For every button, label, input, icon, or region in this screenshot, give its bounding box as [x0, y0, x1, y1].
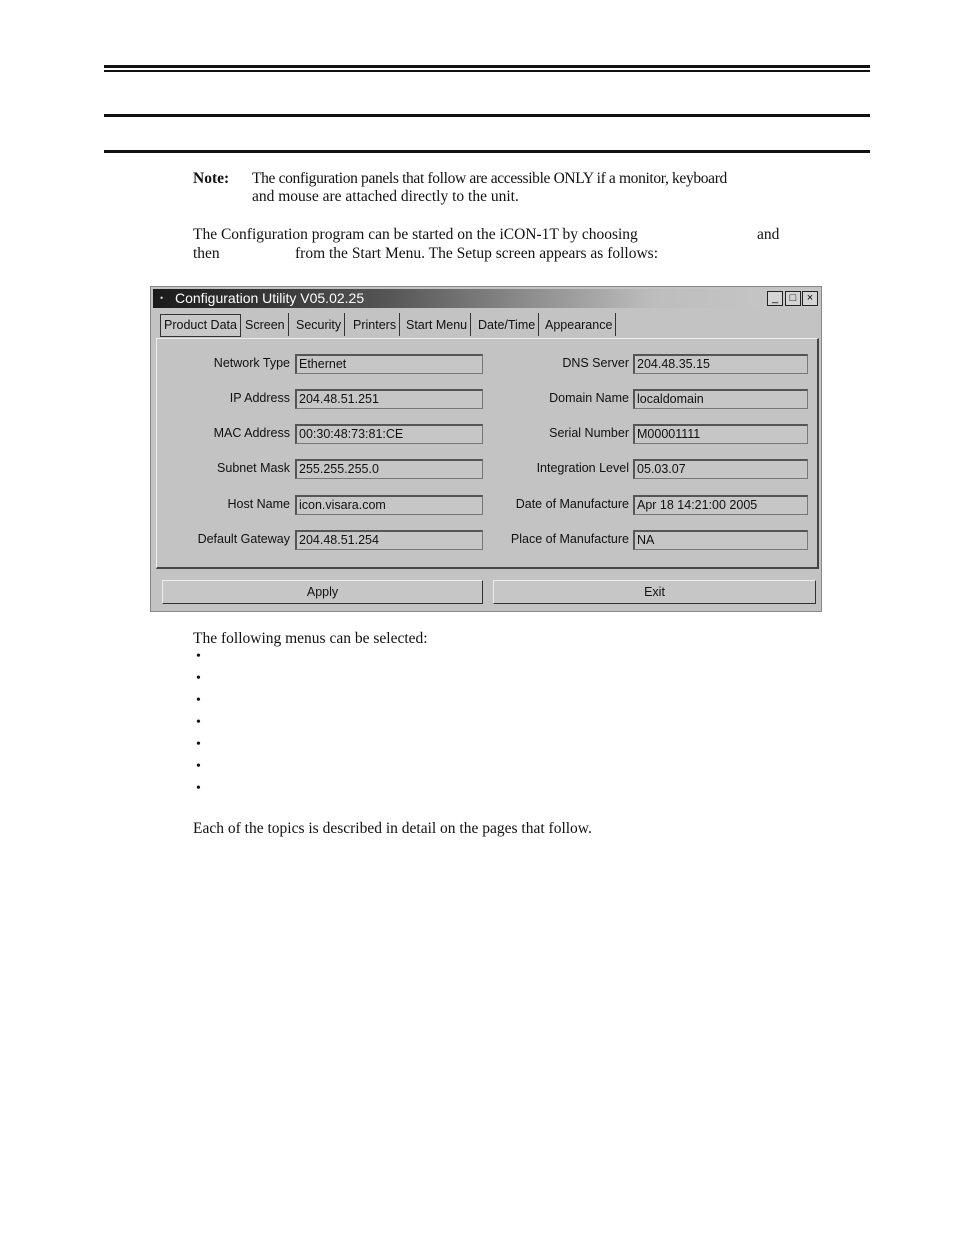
bullet: • [196, 693, 201, 708]
document-page: Note: The configuration panels that foll… [0, 0, 954, 1235]
closing-text: Each of the topics is described in detai… [193, 820, 592, 837]
apply-button[interactable]: Apply [162, 580, 483, 604]
field-input[interactable]: 00:30:48:73:81:CE [295, 424, 483, 444]
intro-text: from the Start Menu. The Setup screen ap… [295, 245, 659, 262]
intro-text: then [193, 245, 220, 262]
field-input[interactable]: Apr 18 14:21:00 2005 [633, 495, 808, 515]
tab-appearance[interactable]: Appearance [542, 313, 617, 336]
field-input[interactable]: 05.03.07 [633, 459, 808, 479]
bullet: • [196, 671, 201, 686]
minimize-icon[interactable]: _ [767, 291, 783, 306]
field-label: MAC Address [213, 426, 290, 440]
note-text: and mouse are attached directly to the u… [252, 188, 519, 205]
maximize-icon[interactable]: □ [785, 291, 801, 306]
window-menu-icon[interactable]: • [160, 293, 163, 303]
bullet: • [196, 649, 201, 664]
tab-security[interactable]: Security [293, 313, 346, 336]
title-bar[interactable]: • Configuration Utility V05.02.25 _ □ × [153, 289, 819, 308]
bullet: • [196, 759, 201, 774]
window-title: Configuration Utility V05.02.25 [175, 290, 365, 306]
bullet: • [196, 715, 201, 730]
field-label: Domain Name [549, 391, 629, 405]
configuration-utility-window: • Configuration Utility V05.02.25 _ □ × … [150, 286, 822, 612]
tab-date-time[interactable]: Date/Time [475, 313, 540, 336]
field-label: Integration Level [536, 461, 629, 475]
exit-button[interactable]: Exit [493, 580, 816, 604]
field-label: Place of Manufacture [510, 532, 629, 546]
tab-start-menu[interactable]: Start Menu [403, 313, 472, 336]
intro-text: and [757, 226, 780, 243]
note-label: Note: [193, 170, 230, 187]
section-rule [104, 150, 870, 153]
field-input[interactable]: M00001111 [633, 424, 808, 444]
field-label: Serial Number [549, 426, 629, 440]
field-label: Host Name [227, 497, 290, 511]
header-rule-thin [104, 70, 870, 72]
field-input[interactable]: 204.48.51.251 [295, 389, 483, 409]
menus-intro: The following menus can be selected: [193, 630, 428, 647]
bullet: • [196, 737, 201, 752]
tab-product-data[interactable]: Product Data [160, 314, 241, 337]
field-input[interactable]: localdomain [633, 389, 808, 409]
section-rule [104, 114, 870, 117]
field-input[interactable]: icon.visara.com [295, 495, 483, 515]
bullet: • [196, 781, 201, 796]
note-text: The configuration panels that follow are… [252, 170, 727, 187]
field-label: Network Type [213, 356, 290, 370]
tab-printers[interactable]: Printers [350, 313, 401, 336]
field-input[interactable]: 255.255.255.0 [295, 459, 483, 479]
intro-text: The Configuration program can be started… [193, 226, 638, 243]
field-label: Subnet Mask [217, 461, 290, 475]
close-icon[interactable]: × [802, 291, 818, 306]
field-label: DNS Server [562, 356, 629, 370]
field-label: Default Gateway [197, 532, 290, 546]
header-rule [104, 65, 870, 68]
field-label: Date of Manufacture [515, 497, 629, 511]
field-input[interactable]: 204.48.51.254 [295, 530, 483, 550]
tab-screen[interactable]: Screen [242, 313, 289, 336]
field-label: IP Address [229, 391, 290, 405]
field-input[interactable]: 204.48.35.15 [633, 354, 808, 374]
field-input[interactable]: Ethernet [295, 354, 483, 374]
field-input[interactable]: NA [633, 530, 808, 550]
